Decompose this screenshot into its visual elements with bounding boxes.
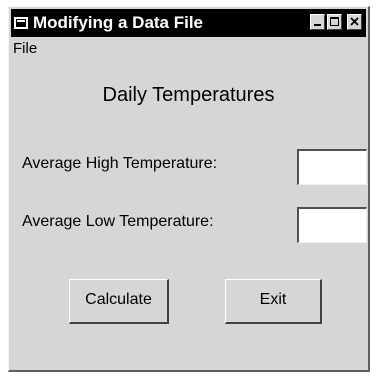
maximize-icon [330, 17, 339, 26]
calculate-button[interactable]: Calculate [69, 279, 169, 324]
menu-item-file[interactable]: File [11, 39, 39, 59]
close-icon [350, 17, 359, 26]
form-heading: Daily Temperatures [102, 84, 275, 106]
exit-button[interactable]: Exit [225, 279, 322, 324]
high-temp-label: Average High Temperature: [22, 155, 218, 172]
window-title: Modifying a Data File [33, 13, 204, 32]
close-button[interactable] [347, 14, 362, 30]
app-window: Modifying a Data File File Daily Tempera… [8, 6, 370, 372]
system-menu-icon[interactable] [14, 16, 28, 30]
maximize-button[interactable] [327, 14, 342, 30]
title-bar[interactable]: Modifying a Data File [11, 9, 366, 37]
minimize-icon [314, 24, 321, 26]
high-temp-input[interactable] [297, 149, 367, 185]
low-temp-label: Average Low Temperature: [22, 213, 214, 230]
minimize-button[interactable] [310, 14, 325, 30]
low-temp-input[interactable] [297, 207, 367, 243]
